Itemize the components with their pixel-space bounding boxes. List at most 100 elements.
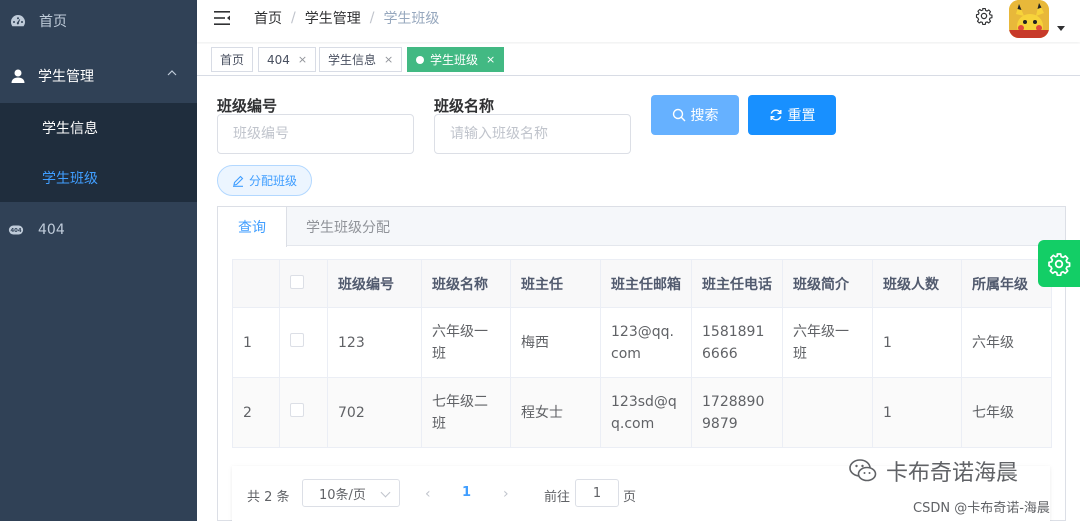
table-cell: 六年级 (961, 307, 1052, 378)
tag-student-info[interactable]: 学生信息 × (319, 47, 403, 72)
table-cell (782, 377, 873, 448)
hamburger-icon[interactable] (213, 9, 231, 27)
chevron-down-icon (380, 487, 391, 498)
sidebar-item-student-info[interactable]: 学生信息 (0, 103, 197, 153)
edit-icon (232, 175, 244, 187)
tag-label: 学生班级 (430, 53, 479, 67)
dashboard-icon (10, 13, 26, 29)
table-cell: 七年级二班 (421, 377, 511, 448)
close-icon[interactable]: × (384, 53, 393, 66)
tabs-header: 查询 学生班级分配 (218, 207, 1065, 247)
sidebar-item-label: 学生班级 (42, 171, 98, 187)
table-cell: 梅西 (510, 307, 601, 378)
cell-text: 123sd@qq.com (611, 393, 677, 432)
sidebar-item-label: 404 (38, 222, 65, 238)
sidebar-item-404[interactable]: 404 404 (0, 205, 197, 255)
wechat-icon (849, 459, 877, 482)
sidebar-item-label: 学生管理 (38, 69, 94, 85)
column-header: 班级人数 (872, 259, 962, 308)
settings-button[interactable] (1038, 240, 1080, 287)
table-cell: 六年级一班 (782, 307, 873, 378)
table-cell: 六年级一班 (421, 307, 511, 378)
cell-text: 17288909879 (702, 393, 765, 432)
breadcrumb-home[interactable]: 首页 (254, 8, 282, 28)
reset-button[interactable]: 重置 (748, 95, 836, 135)
assign-class-label: 分配班级 (248, 174, 297, 188)
search-button[interactable]: 搜索 (651, 95, 739, 135)
404-icon: 404 (8, 222, 24, 238)
table-cell-select (279, 377, 328, 448)
class-no-input[interactable] (217, 114, 414, 154)
tag-home[interactable]: 首页 (211, 47, 254, 72)
user-icon (10, 68, 26, 84)
page-unit-label: 页 (623, 490, 637, 505)
breadcrumb-student-management[interactable]: 学生管理 (305, 8, 361, 28)
table-cell: 17288909879 (691, 377, 783, 448)
watermark: 卡布奇诺海晨 (848, 455, 1018, 487)
table-cell: 1 (872, 377, 962, 448)
navbar: 首页 / 学生管理 / 学生班级 (197, 0, 1080, 42)
prev-page-button[interactable]: ‹ (425, 486, 435, 502)
column-header: 班主任邮箱 (600, 259, 692, 308)
table-cell-index: 2 (232, 377, 280, 448)
class-no-label: 班级编号 (217, 97, 278, 115)
gear-icon (1048, 252, 1071, 276)
row-checkbox[interactable] (290, 332, 304, 347)
class-table: 班级编号 班级名称 班主任 班主任邮箱 班主任电话 班级简介 班级人数 所属年级… (232, 259, 1052, 448)
page-size-value: 10条/页 (319, 487, 366, 503)
breadcrumb-current: 学生班级 (383, 11, 440, 27)
search-icon (672, 108, 685, 122)
tag-404[interactable]: 404 × (258, 47, 317, 72)
table-row[interactable]: 2 702 七年级二班 程女士 123sd@qq.com 17288909879… (232, 377, 1052, 448)
table-cell: 程女士 (510, 377, 601, 448)
tab-class-assignment[interactable]: 学生班级分配 (286, 207, 410, 246)
table-cell: 123sd@qq.com (600, 377, 692, 448)
svg-text:404: 404 (10, 228, 21, 234)
select-all-checkbox[interactable] (290, 274, 304, 289)
class-name-input[interactable] (434, 114, 631, 154)
close-icon[interactable]: × (298, 53, 307, 66)
breadcrumb: 首页 / 学生管理 / 学生班级 (254, 8, 439, 28)
table-row[interactable]: 1 123 六年级一班 梅西 123@qq.com 15818916666 六年… (232, 307, 1052, 378)
goto-page-input[interactable]: 1 (575, 479, 619, 507)
page-number[interactable]: 1 (462, 485, 471, 500)
row-checkbox[interactable] (290, 402, 304, 417)
column-header: 班级名称 (421, 259, 511, 308)
watermark-sub: CSDN @卡布奇诺-海晨 (913, 501, 1050, 516)
sidebar-submenu: 学生信息 学生班级 (0, 103, 197, 202)
watermark-text: 卡布奇诺海晨 (886, 461, 1019, 486)
column-header: 班级编号 (327, 259, 422, 308)
active-dot-icon (416, 55, 424, 64)
assign-class-button[interactable]: 分配班级 (217, 165, 312, 196)
table-cell: 702 (327, 377, 422, 448)
gear-icon[interactable] (975, 7, 993, 25)
tab-label: 学生班级分配 (306, 219, 390, 236)
column-header-select (279, 259, 328, 308)
tag-label: 学生信息 (328, 53, 377, 67)
sidebar-item-label: 学生信息 (42, 121, 98, 137)
table-cell-select (279, 307, 328, 378)
tags-view: 首页 404 × 学生信息 × 学生班级 × (197, 44, 1080, 76)
column-header: 班主任电话 (691, 259, 783, 308)
breadcrumb-separator: / (369, 10, 375, 26)
next-page-button[interactable]: › (503, 486, 513, 502)
cell-text: 15818916666 (702, 323, 765, 362)
table-cell: 123@qq.com (600, 307, 692, 378)
sidebar-item-student-management[interactable]: 学生管理 (0, 50, 197, 102)
avatar[interactable] (1009, 0, 1049, 38)
caret-down-icon[interactable] (1057, 26, 1065, 31)
close-icon[interactable]: × (486, 53, 495, 66)
sidebar-item-student-class[interactable]: 学生班级 (0, 153, 197, 203)
sidebar-item-label: 首页 (39, 14, 67, 30)
tag-student-class[interactable]: 学生班级 × (407, 47, 505, 72)
table-header-row: 班级编号 班级名称 班主任 班主任邮箱 班主任电话 班级简介 班级人数 所属年级 (232, 259, 1052, 308)
goto-label: 前往 (544, 490, 571, 505)
search-button-label: 搜索 (690, 108, 719, 124)
refresh-icon (770, 109, 781, 121)
tab-query[interactable]: 查询 (218, 207, 287, 247)
chevron-up-icon (167, 70, 177, 76)
table-cell: 15818916666 (691, 307, 783, 378)
sidebar-item-home[interactable]: 首页 (0, 0, 197, 42)
class-name-label: 班级名称 (434, 97, 495, 115)
page-size-select[interactable]: 10条/页 (302, 479, 400, 507)
